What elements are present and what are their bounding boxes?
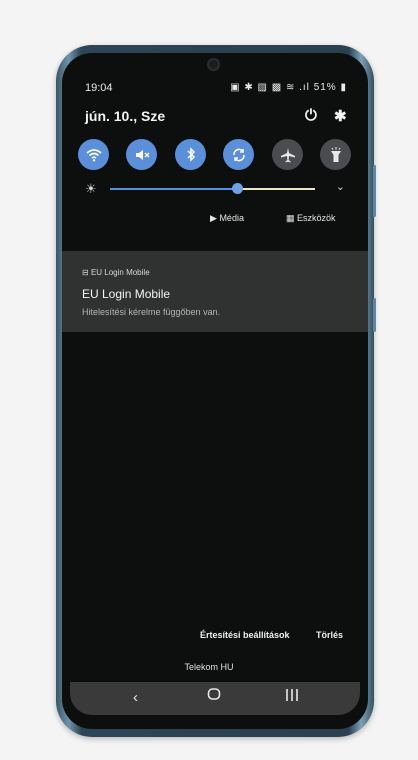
notification-app-row: ⊟ EU Login Mobile (82, 268, 150, 277)
flashlight-icon (330, 146, 341, 162)
airplane-icon (280, 147, 295, 162)
flashlight-toggle[interactable] (320, 139, 351, 170)
notification-card[interactable]: ⊟ EU Login Mobile EU Login Mobile Hitele… (62, 251, 368, 332)
notification-app-name: EU Login Mobile (90, 268, 150, 277)
carrier-label: Telekom HU (184, 662, 234, 672)
brightness-slider[interactable]: ☀ ⌄ (85, 180, 347, 200)
play-circle-icon: ▶ (210, 213, 217, 223)
status-icon-glyphs: ▣ ✱ ▨ ▩ ≋ .ıl (230, 82, 310, 93)
notification-title: EU Login Mobile (82, 287, 171, 301)
brightness-sun-icon: ☀ (85, 181, 97, 196)
chevron-down-icon[interactable]: ⌄ (336, 180, 345, 193)
quick-settings-row (78, 139, 351, 171)
navigation-bar: ‹ (70, 682, 360, 715)
auto-rotate-toggle[interactable] (223, 139, 254, 170)
status-icons: ▣ ✱ ▨ ▩ ≋ .ıl 51% ▮ (230, 82, 347, 93)
bluetooth-toggle[interactable] (175, 139, 206, 170)
panel-date: jún. 10., Sze (85, 108, 166, 124)
status-bar: 19:04 ▣ ✱ ▨ ▩ ≋ .ıl 51% ▮ (85, 82, 347, 98)
devices-button[interactable]: ▦ Eszközök (286, 213, 336, 224)
sound-mute-toggle[interactable] (126, 139, 157, 170)
home-icon[interactable] (207, 687, 221, 705)
media-devices-row: ▶ Média ▦ Eszközök (210, 213, 350, 227)
wifi-icon (85, 148, 102, 161)
notification-body: Hitelesítési kérelme függőben van. (82, 307, 221, 317)
recent-apps-icon[interactable] (285, 688, 299, 706)
notification-settings-button[interactable]: Értesítési beállítások (200, 630, 290, 640)
grid-icon: ▦ (286, 213, 295, 223)
settings-gear-icon[interactable]: ✱ (334, 107, 347, 125)
bluetooth-icon (186, 147, 195, 162)
battery-icon: ▮ (340, 82, 347, 93)
battery-percent: 51% (313, 82, 337, 93)
wifi-toggle[interactable] (78, 139, 109, 170)
volume-button (373, 165, 376, 217)
brightness-fill (110, 188, 238, 190)
power-button (373, 298, 376, 332)
airplane-mode-toggle[interactable] (272, 139, 303, 170)
media-label: Média (219, 213, 244, 223)
app-icon: ⊟ (82, 268, 89, 277)
back-icon[interactable]: ‹ (133, 689, 138, 706)
mute-icon (135, 149, 149, 160)
status-time: 19:04 (85, 82, 113, 94)
clear-button[interactable]: Törlés (316, 630, 343, 640)
brightness-thumb[interactable] (231, 183, 243, 194)
power-icon[interactable]: ⏻ (305, 107, 317, 124)
devices-label: Eszközök (297, 213, 336, 223)
front-camera (207, 58, 220, 71)
media-button[interactable]: ▶ Média (210, 213, 244, 224)
auto-rotate-icon (232, 148, 245, 161)
